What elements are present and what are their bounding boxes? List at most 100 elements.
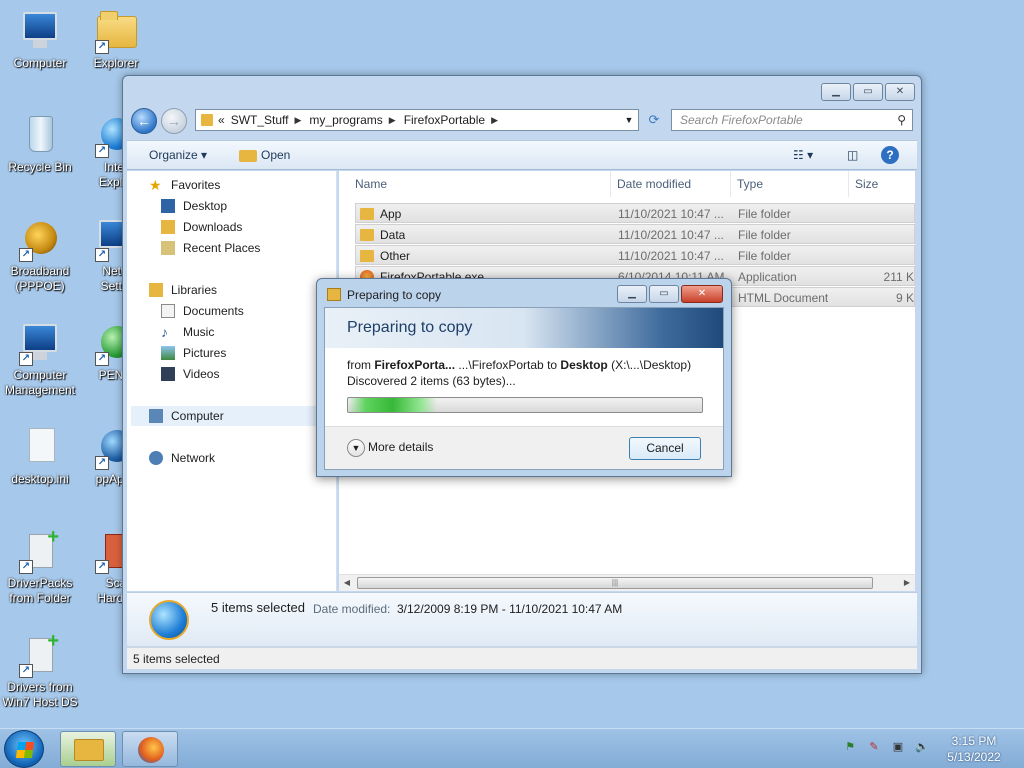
minimize-button[interactable]: ▁ [821,83,851,101]
window-caption[interactable]: ▁ ▭ ✕ [123,76,921,106]
more-details-toggle[interactable]: ▼ More details [347,439,433,457]
table-row[interactable]: Other 11/10/2021 10:47 ... File folder [355,245,915,265]
back-button[interactable]: ← [131,108,157,134]
date-modified-label: Date modified: [313,602,391,616]
chevron-right-icon[interactable]: ▶ [294,115,301,126]
desktop-icon-label: DriverPacks from Folder [7,576,73,605]
maximize-button[interactable]: ▭ [649,285,679,303]
scroll-right-icon[interactable]: ▶ [899,575,915,591]
column-header-type[interactable]: Type [731,171,849,197]
shortcut-arrow-icon: ↗ [95,40,109,54]
chevron-right-icon[interactable]: ▶ [389,115,396,126]
desktop-icon-label: Computer Management [4,368,76,397]
nav-computer[interactable]: Computer [131,406,337,426]
folder-icon [201,114,213,126]
preview-pane-icon[interactable]: ◫ [847,148,858,162]
table-row[interactable]: Data 11/10/2021 10:47 ... File folder [355,224,915,244]
system-tray: ⚑ ✎ ▣ 🔈 [842,739,930,755]
chevron-right-icon[interactable]: ▶ [491,115,498,126]
desktop-icon-explorer[interactable]: ↗ Explorer [76,8,156,71]
settings-file-icon [17,424,63,470]
chevron-down-icon[interactable]: ▼ [622,112,636,128]
column-header-name[interactable]: Name [349,171,611,197]
breadcrumb-item[interactable]: my_programs [309,113,382,127]
table-row[interactable]: App 11/10/2021 10:47 ... File folder [355,203,915,223]
volume-muted-icon[interactable]: 🔈 [914,739,930,755]
column-header-size[interactable]: Size [849,171,915,197]
network-icon[interactable]: ▣ [890,739,906,755]
desktop-icon-computer[interactable]: Computer [0,8,80,71]
copy-progress-bar [347,397,703,413]
breadcrumb-item[interactable]: SWT_Stuff [231,113,289,127]
tray-flag-icon[interactable]: ⚑ [842,739,858,755]
desktop-icon-recycle-bin[interactable]: Recycle Bin [0,112,80,175]
desktop-icon-label: Recycle Bin [8,160,72,174]
close-button[interactable]: ✕ [681,285,723,303]
internet-explorer-icon [149,600,189,640]
broadband-icon: ↗ [17,216,63,262]
desktop-icon-label: Broadband (PPPOE) [10,264,70,293]
desktop-icon-label: desktop.ini [11,472,69,486]
taskbar: ⚑ ✎ ▣ 🔈 3:15 PM 5/13/2022 [0,728,1024,768]
search-placeholder: Search FirefoxPortable [680,113,803,127]
address-row: ← → « SWT_Stuff ▶ my_programs ▶ FirefoxP… [131,106,913,136]
desktop-icon-label: Computer [13,56,67,70]
taskbar-explorer-button[interactable] [60,731,116,767]
documents-icon [161,304,175,318]
forward-button[interactable]: → [161,108,187,134]
refresh-icon[interactable]: ⟳ [643,109,665,131]
search-icon[interactable]: ⚲ [897,110,906,130]
folder-icon [360,229,374,241]
chevron-down-icon: ▼ [347,439,365,457]
close-button[interactable]: ✕ [885,83,915,101]
views-icon[interactable]: ☷ ▾ [793,148,813,162]
horizontal-scrollbar[interactable]: ◀ ||| ▶ [339,574,915,591]
command-bar: Organize ▾ Open ☷ ▾ ◫ ? [127,140,917,170]
clock[interactable]: 3:15 PM 5/13/2022 [944,733,1004,765]
breadcrumb-overflow[interactable]: « [218,113,225,127]
copy-icon [327,288,341,301]
music-icon: ♪ [161,324,168,340]
dialog-heading: Preparing to copy [347,319,473,336]
minimize-button[interactable]: ▁ [617,285,647,303]
dialog-banner: Preparing to copy [325,308,723,348]
navigation-pane: ★ Favorites Desktop Downloads Recent Pla… [127,171,337,591]
folder-icon [360,208,374,220]
search-input[interactable]: Search FirefoxPortable ⚲ [671,109,913,131]
status-bar: 5 items selected [127,647,917,669]
scroll-left-icon[interactable]: ◀ [339,575,355,591]
desktop-icon-drivers-from-host[interactable]: + ↗ Drivers from Win7 Host DS [0,631,80,710]
recycle-bin-icon [17,112,63,158]
help-icon[interactable]: ? [881,146,899,164]
progress-fill [348,398,437,412]
computer-management-icon: ↗ [17,320,63,366]
breadcrumb-item[interactable]: FirefoxPortable [404,113,485,127]
open-button[interactable]: Open [261,148,290,162]
downloads-folder-icon [161,220,175,234]
dialog-footer: ▼ More details Cancel [325,426,723,469]
copy-progress-dialog: Preparing to copy ▁ ▭ ✕ Preparing to cop… [316,278,732,477]
desktop-icon-desktop-ini[interactable]: desktop.ini [0,424,80,487]
cancel-button[interactable]: Cancel [629,437,701,460]
desktop-icon-broadband[interactable]: ↗ Broadband (PPPOE) [0,216,80,294]
star-icon: ★ [149,177,162,193]
selection-count: 5 items selected [211,600,305,615]
dialog-body: Preparing to copy from FirefoxPorta... .… [324,307,724,470]
scrollbar-thumb[interactable]: ||| [357,577,873,589]
maximize-button[interactable]: ▭ [853,83,883,101]
desktop-icon-computer-management[interactable]: ↗ Computer Management [0,320,80,398]
organize-button[interactable]: Organize ▾ [149,148,207,162]
windows-logo-icon [15,742,35,758]
address-bar[interactable]: « SWT_Stuff ▶ my_programs ▶ FirefoxPorta… [195,109,639,131]
dialog-title: Preparing to copy [347,288,442,302]
recent-places-icon [161,241,175,255]
column-header-date[interactable]: Date modified [611,171,731,197]
taskbar-firefox-button[interactable] [122,731,178,767]
videos-icon [161,367,175,381]
discovered-items-text: Discovered 2 items (63 bytes)... [347,374,516,388]
date-modified-value: 3/12/2009 8:19 PM - 11/10/2021 10:47 AM [397,602,623,616]
folder-icon [360,250,374,262]
start-button[interactable] [4,730,44,768]
desktop-icon-driverpacks[interactable]: + ↗ DriverPacks from Folder [0,527,80,606]
tray-tool-icon[interactable]: ✎ [866,739,882,755]
